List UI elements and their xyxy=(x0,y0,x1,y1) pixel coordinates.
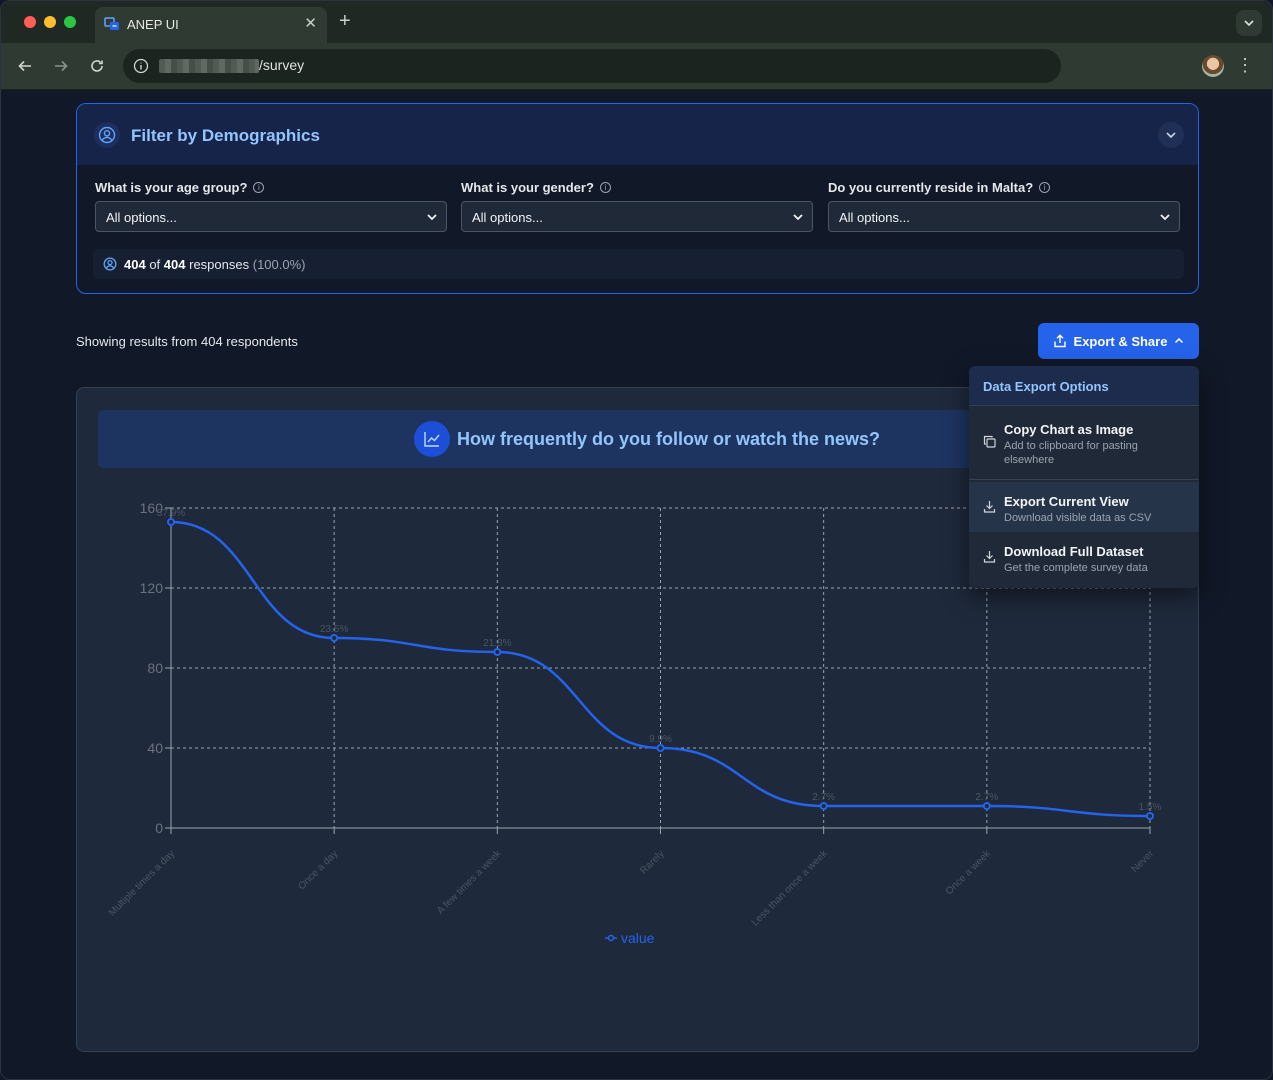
malta-residence-label: Do you currently reside in Malta? xyxy=(828,180,1034,195)
data-point xyxy=(330,634,339,642)
copy-chart-title: Copy Chart as Image xyxy=(1004,422,1134,437)
export-share-button[interactable]: Export & Share xyxy=(1038,323,1199,359)
y-tick-label: 40 xyxy=(147,740,163,756)
export-current-view-title: Export Current View xyxy=(1004,494,1129,509)
malta-residence-filter: Do you currently reside in Malta? i All o… xyxy=(828,180,1180,232)
chevron-down-icon xyxy=(427,214,437,221)
site-info-icon[interactable] xyxy=(133,58,149,74)
tab-search-button[interactable] xyxy=(1236,10,1262,36)
download-icon xyxy=(983,551,996,563)
info-icon[interactable]: i xyxy=(1039,182,1051,193)
download-full-dataset-title: Download Full Dataset xyxy=(1004,544,1144,559)
more-menu-icon[interactable]: ⋮ xyxy=(1236,55,1254,75)
chevron-down-icon xyxy=(1160,214,1170,221)
page-content: Filter by Demographics What is your age … xyxy=(1,90,1272,1079)
x-tick-label: Once a week xyxy=(944,848,994,898)
tab-title: ANEP UI xyxy=(127,17,179,32)
age-group-select[interactable]: All options... xyxy=(95,201,447,232)
gender-label: What is your gender? xyxy=(461,180,594,195)
x-tick-label: Rarely xyxy=(638,848,666,876)
reload-icon[interactable] xyxy=(87,56,107,76)
chevron-down-icon xyxy=(793,214,803,221)
download-full-dataset-option[interactable]: Download Full Dataset Get the complete s… xyxy=(969,532,1199,584)
gender-select[interactable]: All options... xyxy=(461,201,813,232)
copy-icon xyxy=(983,435,996,448)
collapse-filter-button[interactable] xyxy=(1158,122,1184,148)
tab-strip: ANEP UI ✕ + xyxy=(1,1,1272,43)
gender-filter: What is your gender? i All options... xyxy=(461,180,813,232)
data-label: 9.9% xyxy=(649,734,672,745)
browser-toolbar: /survey ⋮ xyxy=(1,43,1272,90)
export-dropdown-menu: Data Export Options Copy Chart as Image … xyxy=(969,366,1199,588)
legend-swatch-dot xyxy=(607,934,615,942)
y-tick-label: 80 xyxy=(147,660,163,676)
age-group-filter: What is your age group? i All options... xyxy=(95,180,447,232)
data-point xyxy=(493,648,502,656)
filter-panel: Filter by Demographics What is your age … xyxy=(76,103,1199,294)
export-current-view-subtitle: Download visible data as CSV xyxy=(1004,512,1152,524)
x-tick-label: Less than once a week xyxy=(750,848,831,929)
data-point xyxy=(819,802,828,810)
filter-title: Filter by Demographics xyxy=(131,126,320,145)
legend-label: value xyxy=(621,930,655,946)
url-path: /survey xyxy=(259,57,305,73)
data-label: 23.5% xyxy=(320,624,348,635)
x-tick-label: Once a day xyxy=(296,848,340,892)
export-current-view-option[interactable]: Export Current View Download visible dat… xyxy=(969,482,1199,532)
data-point xyxy=(1146,812,1154,820)
x-tick-label: Never xyxy=(1129,848,1156,875)
copy-chart-subtitle: Add to clipboard for pasting elsewhere xyxy=(1004,440,1138,466)
export-share-label: Export & Share xyxy=(1073,333,1168,349)
favicon-icon xyxy=(104,17,119,30)
malta-residence-select[interactable]: All options... xyxy=(828,201,1180,232)
respondents-summary: Showing results from 404 respondents xyxy=(76,334,298,349)
close-tab-icon[interactable]: ✕ xyxy=(304,14,317,32)
profile-avatar[interactable] xyxy=(1202,55,1224,77)
download-full-dataset-subtitle: Get the complete survey data xyxy=(1004,562,1148,574)
age-group-label: What is your age group? xyxy=(95,180,248,195)
user-circle-icon xyxy=(103,257,117,271)
chevron-up-icon xyxy=(1175,337,1184,344)
close-window-button[interactable] xyxy=(24,16,36,28)
y-tick-label: 120 xyxy=(140,580,164,596)
x-tick-label: A few times a week xyxy=(435,848,504,917)
x-tick-label: Multiple times a day xyxy=(107,848,177,918)
data-point xyxy=(656,744,665,752)
chevron-down-icon xyxy=(1166,132,1176,139)
info-icon[interactable]: i xyxy=(599,182,611,193)
filter-header[interactable]: Filter by Demographics xyxy=(77,104,1198,165)
address-bar[interactable]: /survey xyxy=(123,49,1061,83)
copy-chart-image-option[interactable]: Copy Chart as Image Add to clipboard for… xyxy=(969,407,1199,479)
chevron-down-icon xyxy=(1244,20,1254,27)
data-point xyxy=(982,802,991,810)
browser-window: ANEP UI ✕ + /survey ⋮ Filter by Demograp… xyxy=(0,0,1273,1080)
y-tick-label: 0 xyxy=(155,820,163,836)
gender-value: All options... xyxy=(472,210,543,225)
data-label: 2.7% xyxy=(975,792,998,803)
info-icon[interactable]: i xyxy=(253,182,265,193)
data-label: 2.7% xyxy=(812,792,835,803)
forward-icon[interactable] xyxy=(51,56,71,76)
dropdown-header: Data Export Options xyxy=(969,366,1199,406)
data-point xyxy=(167,518,175,526)
user-circle-icon xyxy=(94,122,120,148)
back-icon[interactable] xyxy=(15,56,35,76)
browser-tab[interactable]: ANEP UI ✕ xyxy=(95,7,327,43)
maximize-window-button[interactable] xyxy=(64,16,76,28)
redacted-host xyxy=(159,59,259,73)
data-label: 1.5% xyxy=(1139,802,1162,813)
response-count-bar: 404 of 404 responses (100.0%) xyxy=(93,249,1184,279)
new-tab-icon[interactable]: + xyxy=(339,10,351,33)
response-count-text: 404 of 404 responses (100.0%) xyxy=(124,257,306,272)
data-label: 21.8% xyxy=(483,638,511,649)
malta-residence-value: All options... xyxy=(839,210,910,225)
download-icon xyxy=(983,501,996,513)
share-icon xyxy=(1053,334,1066,348)
age-group-value: All options... xyxy=(106,210,177,225)
data-label: 37.9% xyxy=(157,508,185,519)
minimize-window-button[interactable] xyxy=(44,16,56,28)
